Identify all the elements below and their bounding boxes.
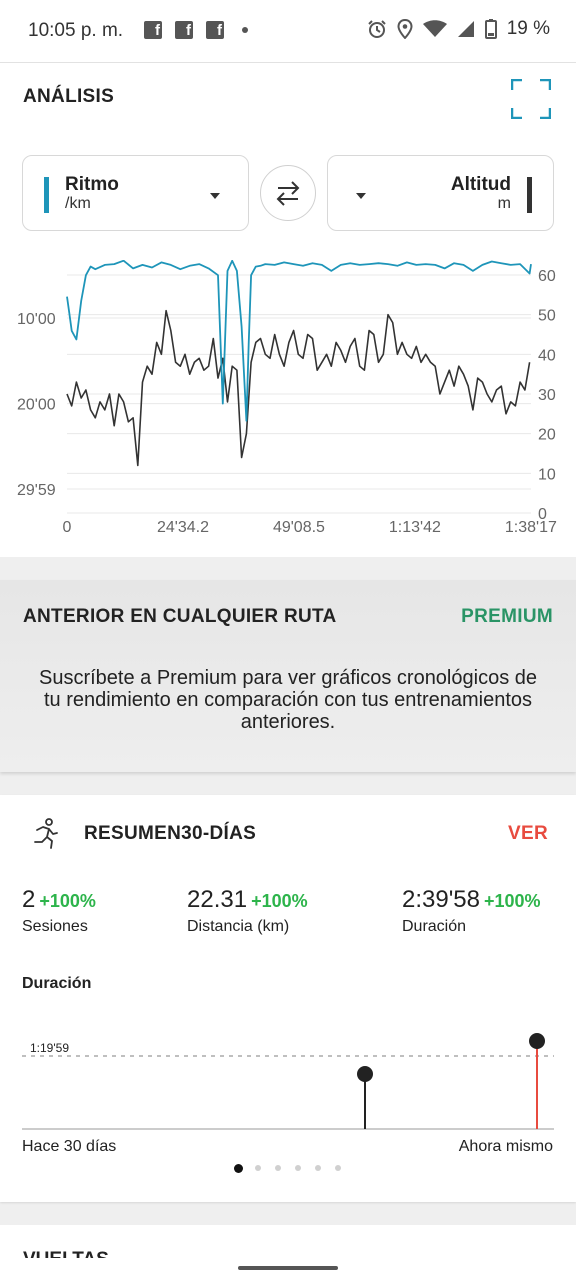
wifi-icon: [422, 20, 447, 37]
stat-distance-change: +100%: [251, 891, 308, 911]
stat-distance: 22.31 +100%: [187, 886, 308, 914]
right-metric-label: Altitud: [450, 174, 511, 195]
stat-duration-value: 2:39'58: [402, 886, 480, 913]
more-notifications-icon: [242, 27, 248, 33]
swap-metrics-button[interactable]: [260, 165, 316, 221]
page-dot[interactable]: [255, 1165, 261, 1171]
chart-x-tick-label: 24'34.2: [157, 519, 209, 536]
chart-y-right-tick-label: 30: [538, 387, 556, 404]
stat-sessions: 2 +100%: [22, 886, 96, 914]
facebook-notification-icon: f: [175, 21, 193, 39]
chevron-down-icon: [210, 193, 220, 199]
altitude-color-bar: [527, 177, 532, 213]
chart-y-left-tick-label: 20'00: [17, 397, 56, 414]
summary-title: RESUMEN30-DÍAS: [84, 823, 257, 844]
premium-link[interactable]: PREMIUM: [461, 606, 553, 628]
fullscreen-icon[interactable]: [511, 79, 551, 119]
chart-y-left-tick-label: 29'59: [17, 482, 56, 499]
duration-chart-title: Duración: [22, 975, 92, 992]
chart-x-tick-label: 1:13'42: [389, 519, 441, 536]
page-dot[interactable]: [335, 1165, 341, 1171]
stat-sessions-change: +100%: [39, 891, 96, 911]
stat-distance-value: 22.31: [187, 886, 248, 913]
status-time: 10:05 p. m.: [28, 20, 124, 41]
battery-icon: [484, 19, 497, 39]
chart-y-right-tick-label: 60: [538, 268, 556, 285]
analysis-title: ANÁLISIS: [23, 86, 115, 107]
location-icon: [397, 19, 413, 39]
stat-distance-label: Distancia (km): [187, 918, 290, 935]
stat-sessions-label: Sesiones: [22, 918, 88, 935]
swap-arrows-icon: [276, 181, 300, 206]
analysis-chart[interactable]: 605040302010010'0020'0029'590 24'34.2 49'0…: [0, 260, 576, 540]
stat-sessions-value: 2: [22, 886, 36, 913]
chart-x-tick-label: 1:38'17: [505, 519, 557, 536]
altitude-series-line: [66, 309, 531, 467]
alarm-icon: [367, 20, 386, 38]
page-dot-active[interactable]: [234, 1164, 243, 1173]
stat-duration-label: Duración: [402, 918, 467, 935]
chart-y-right-tick-label: 50: [538, 308, 556, 325]
pace-series-line: [66, 260, 532, 422]
view-summary-link[interactable]: VER: [508, 823, 548, 845]
left-metric-label: Ritmo: [65, 174, 119, 195]
page-dot[interactable]: [275, 1165, 281, 1171]
left-metric-unit: /km: [65, 195, 91, 212]
duration-average-label: 1:19'59: [30, 1041, 69, 1055]
right-metric-selector[interactable]: Altitud m: [327, 155, 554, 231]
chart-end-label: Ahora mismo: [458, 1138, 553, 1155]
chart-x-tick-label: 0: [63, 519, 72, 536]
premium-message: Suscríbete a Premium para ver gráficos c…: [38, 667, 537, 733]
stat-duration: 2:39'58 +100%: [402, 886, 541, 914]
chart-start-label: Hace 30 días: [22, 1138, 117, 1155]
stat-duration-change: +100%: [484, 891, 541, 911]
duration-chart[interactable]: 1:19'59: [0, 1025, 576, 1140]
page-dot[interactable]: [295, 1165, 301, 1171]
battery-percent: 19 %: [506, 18, 550, 39]
left-metric-selector[interactable]: Ritmo /km: [22, 155, 249, 231]
right-metric-unit: m: [497, 195, 511, 212]
chart-y-right-tick-label: 10: [538, 466, 556, 483]
chart-y-right-tick-label: 40: [538, 347, 556, 364]
chart-y-right-tick-label: 20: [538, 427, 556, 444]
running-icon: [34, 818, 58, 849]
session-2-marker[interactable]: [529, 1033, 545, 1049]
chart-x-tick-label: 49'08.5: [273, 519, 325, 536]
facebook-notification-icon: f: [206, 21, 224, 39]
signal-icon: [457, 21, 474, 37]
session-1-marker[interactable]: [357, 1066, 373, 1082]
facebook-notification-icon: f: [144, 21, 162, 39]
status-icons: 19 %: [367, 18, 550, 40]
status-bar: 10:05 p. m. f f f 19 %: [0, 0, 576, 63]
previous-title: ANTERIOR EN CUALQUIER RUTA: [23, 606, 337, 627]
chart-y-left-tick-label: 10'00: [17, 311, 56, 328]
chevron-down-icon: [356, 193, 366, 199]
pace-color-bar: [44, 177, 49, 213]
page-dot[interactable]: [315, 1165, 321, 1171]
home-indicator[interactable]: [238, 1266, 338, 1270]
